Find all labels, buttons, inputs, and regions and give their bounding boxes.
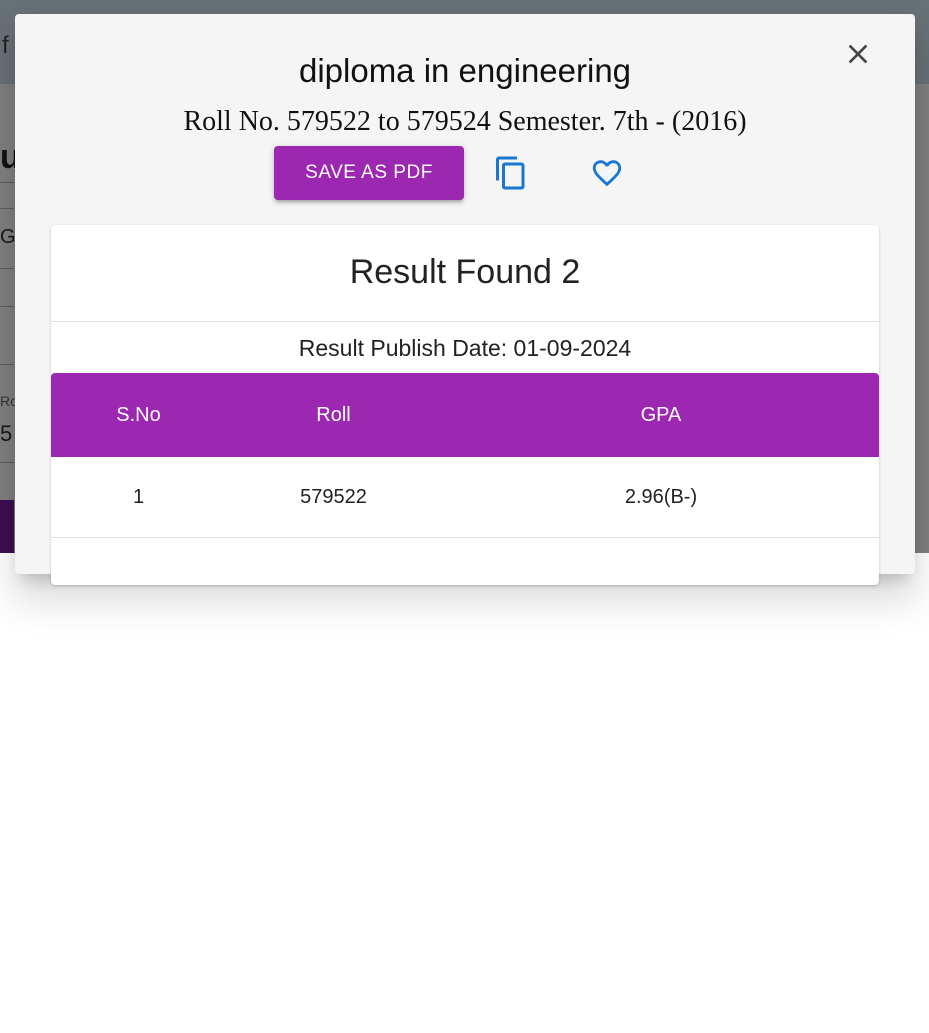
header-gpa: GPA: [640, 403, 682, 426]
heart-icon: [592, 160, 622, 187]
table-row: 1 579522 2.96(B-): [51, 457, 879, 538]
cell-gpa: 2.96(B-): [624, 485, 698, 508]
result-card: Result Found 2 Result Publish Date: 01-0…: [51, 225, 879, 585]
header-sno: S.No: [116, 403, 161, 426]
result-dialog: diploma in engineering Roll No. 579522 t…: [15, 14, 915, 585]
copy-icon: [496, 156, 525, 190]
cell-roll: 579522: [300, 485, 367, 508]
table-header: S.No Roll GPA: [51, 373, 879, 457]
header-roll: Roll: [316, 403, 351, 426]
save-as-pdf-button[interactable]: SAVE AS PDF: [274, 146, 464, 200]
favorite-button[interactable]: [585, 151, 629, 195]
result-table: S.No Roll GPA 1 579522 2.96(B-): [51, 373, 879, 538]
background-button-text: T: [0, 1010, 13, 1032]
copy-button[interactable]: [489, 151, 533, 195]
cell-sno: 1: [132, 485, 145, 508]
publish-date-text: Result Publish Date: 01-09-2024: [298, 335, 632, 361]
dialog-title: diploma in engineering: [298, 52, 632, 89]
result-count-heading: Result Found 2: [349, 253, 581, 291]
dialog-subtitle: Roll No. 579522 to 579524 Semester. 7th …: [183, 106, 747, 137]
card-divider: [51, 321, 879, 322]
